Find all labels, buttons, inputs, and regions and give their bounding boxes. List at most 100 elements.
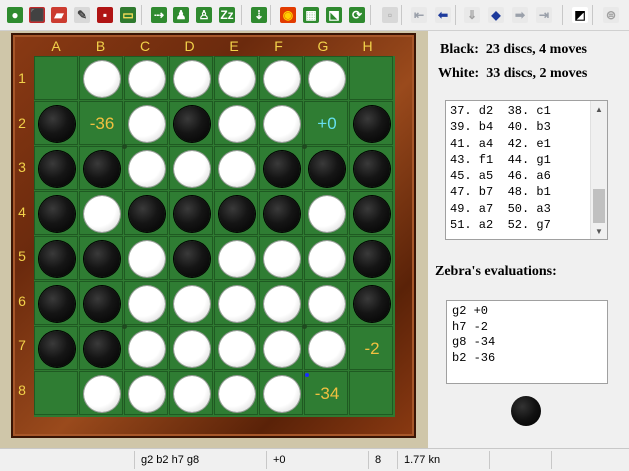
board-square[interactable] (214, 236, 258, 280)
board-square[interactable] (304, 326, 348, 370)
board-square[interactable] (349, 146, 393, 190)
board-square[interactable] (169, 236, 213, 280)
lightbulb-button[interactable]: ◆ (485, 4, 507, 26)
disabled-1-button[interactable]: ▫ (379, 4, 401, 26)
board-square[interactable] (304, 191, 348, 235)
move-list-scrollbar[interactable]: ▲ ▼ (590, 101, 607, 239)
board-square[interactable]: +0 (304, 101, 348, 145)
board-square[interactable] (259, 371, 303, 415)
star-point (121, 143, 127, 149)
board-square[interactable] (259, 101, 303, 145)
board-square[interactable] (214, 371, 258, 415)
board-square[interactable]: -2 (349, 326, 393, 370)
board-square[interactable] (124, 281, 168, 325)
move-list-line: 49. a7 50. a3 (450, 201, 551, 216)
board-square[interactable] (214, 191, 258, 235)
board-square[interactable] (79, 236, 123, 280)
scroll-up-icon[interactable]: ▲ (591, 101, 607, 117)
board-square[interactable]: -34 (304, 371, 348, 415)
board-button[interactable]: ▦ (300, 4, 322, 26)
board-square[interactable] (34, 236, 78, 280)
board-square[interactable] (349, 191, 393, 235)
board-square[interactable] (169, 56, 213, 100)
board-square[interactable] (169, 371, 213, 415)
hint-button[interactable]: ⇣ (248, 4, 270, 26)
setup-board-button[interactable]: ▰ (48, 4, 70, 26)
board-square[interactable] (34, 281, 78, 325)
board-square[interactable] (34, 56, 78, 100)
undo-button[interactable]: ⇓ (461, 4, 483, 26)
board-square[interactable] (79, 371, 123, 415)
setup-board-icon: ▰ (51, 7, 67, 23)
move-list-line: 51. a2 52. g7 (450, 218, 551, 233)
board-square[interactable] (259, 326, 303, 370)
first-move-button[interactable]: ⇤ (408, 4, 430, 26)
board-square[interactable] (214, 101, 258, 145)
board-square[interactable] (349, 236, 393, 280)
board-square[interactable] (169, 146, 213, 190)
board-square[interactable] (259, 56, 303, 100)
play-button[interactable]: ⇢ (148, 4, 170, 26)
save-button[interactable]: ▪ (94, 4, 116, 26)
board-square[interactable] (349, 101, 393, 145)
board-square[interactable] (214, 146, 258, 190)
flip-board-button[interactable]: ⬔ (323, 4, 345, 26)
board-square[interactable] (124, 101, 168, 145)
scroll-thumb[interactable] (593, 189, 605, 223)
board-square[interactable] (349, 56, 393, 100)
scroll-down-icon[interactable]: ▼ (591, 223, 607, 239)
zebra-evaluations-box: g2 +0 h7 -2 g8 -34 b2 -36 (446, 300, 608, 384)
board-square[interactable] (34, 101, 78, 145)
last-move-button[interactable]: ⇥ (533, 4, 555, 26)
board-square[interactable] (304, 236, 348, 280)
rotate-button[interactable]: ⟳ (346, 4, 368, 26)
board-square[interactable] (124, 371, 168, 415)
board-square[interactable] (304, 146, 348, 190)
edit-button[interactable]: ✎ (71, 4, 93, 26)
board-square[interactable] (34, 191, 78, 235)
board-square[interactable] (34, 371, 78, 415)
board-square[interactable] (304, 281, 348, 325)
board-square[interactable] (124, 236, 168, 280)
board-square[interactable] (214, 56, 258, 100)
board-square[interactable] (124, 146, 168, 190)
forward-button[interactable]: ➡ (509, 4, 531, 26)
board-square[interactable] (79, 191, 123, 235)
options-button[interactable]: ⊜ (600, 4, 622, 26)
move-list-box[interactable]: 37. d2 38. c1 39. b4 40. b3 41. a4 42. e1 4… (445, 100, 608, 240)
board-square[interactable] (79, 281, 123, 325)
contrast-button[interactable]: ◩ (569, 4, 591, 26)
open-folder-button[interactable]: ▭ (117, 4, 139, 26)
board-square[interactable] (79, 146, 123, 190)
new-game-red-button[interactable]: ⬛ (26, 4, 48, 26)
board-square[interactable] (124, 56, 168, 100)
board-square[interactable] (34, 326, 78, 370)
board-square[interactable] (169, 101, 213, 145)
board-square[interactable] (214, 326, 258, 370)
board-square[interactable] (34, 146, 78, 190)
board-square[interactable] (259, 281, 303, 325)
board-square[interactable] (259, 236, 303, 280)
sleep-button[interactable]: Zz (216, 4, 238, 26)
board-square[interactable] (349, 281, 393, 325)
board-square[interactable] (124, 191, 168, 235)
board-square[interactable] (214, 281, 258, 325)
board-square[interactable] (259, 191, 303, 235)
back-button[interactable]: ⬅ (432, 4, 454, 26)
stop-button[interactable]: ◉ (277, 4, 299, 26)
board-square[interactable] (79, 326, 123, 370)
board-square[interactable] (259, 146, 303, 190)
board-square[interactable] (304, 56, 348, 100)
board-square[interactable] (169, 281, 213, 325)
board-square[interactable] (124, 326, 168, 370)
new-game-button[interactable]: ● (4, 4, 26, 26)
board-square[interactable] (169, 191, 213, 235)
black-disc (84, 151, 120, 187)
board-square[interactable] (349, 371, 393, 415)
engine-black-button[interactable]: ♟ (170, 4, 192, 26)
board-square[interactable] (169, 326, 213, 370)
toolbar-separator (592, 5, 593, 25)
board-square[interactable] (79, 56, 123, 100)
board-square[interactable]: -36 (79, 101, 123, 145)
engine-white-button[interactable]: ♙ (193, 4, 215, 26)
